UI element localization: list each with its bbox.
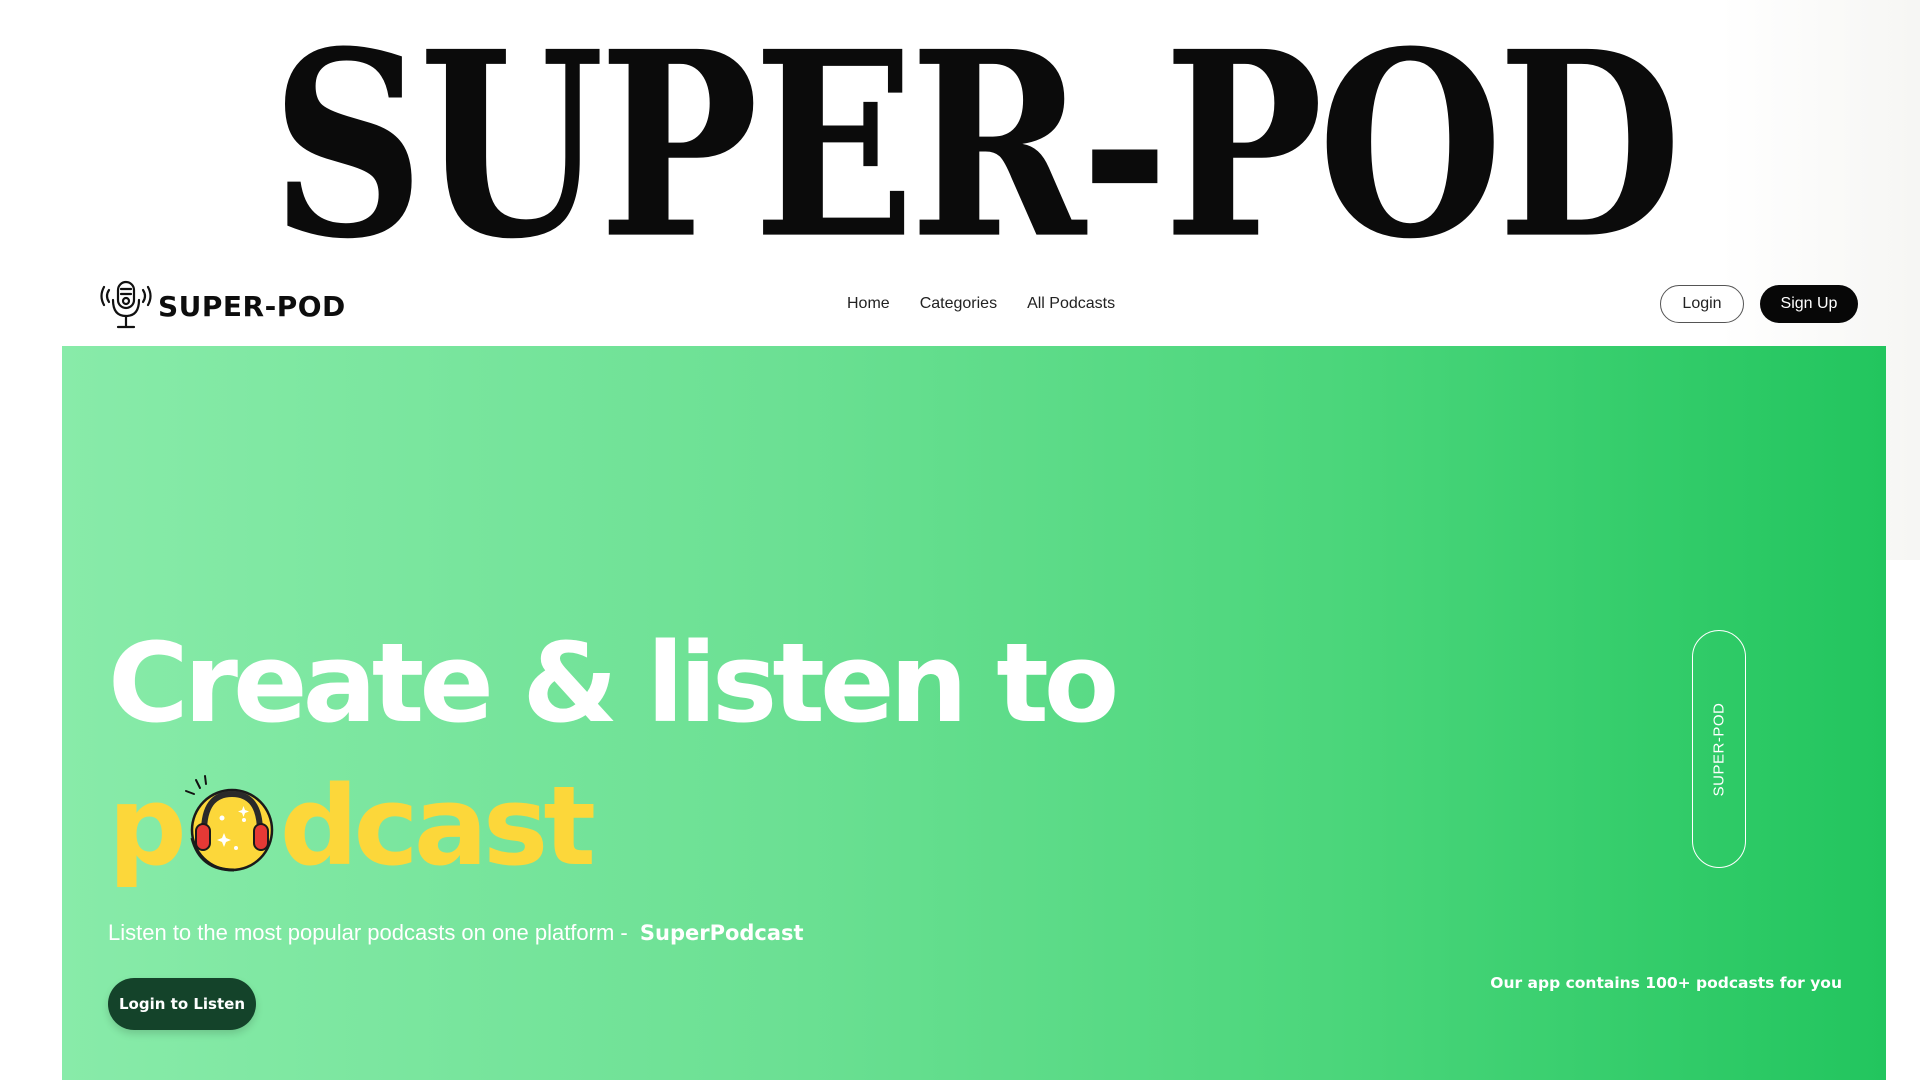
- auth-buttons: Login Sign Up: [1660, 285, 1858, 323]
- headphones-emoji-icon: [184, 775, 273, 872]
- hero-subtitle: Listen to the most popular podcasts on o…: [108, 920, 804, 946]
- login-button[interactable]: Login: [1660, 285, 1744, 323]
- navbar: SUPER-POD Home Categories All Podcasts L…: [62, 272, 1858, 342]
- hero-word-end: dcast: [279, 762, 596, 890]
- hero-headline: Create & listen to: [108, 619, 1119, 747]
- banner: SUPER-POD: [271, 18, 1682, 273]
- signup-button[interactable]: Sign Up: [1760, 285, 1858, 323]
- hero-subtitle-text: Listen to the most popular podcasts on o…: [108, 920, 628, 945]
- page: SUPER-POD SUPER-POD Home Categories All …: [0, 0, 1920, 1080]
- hero-headline-podcast: p dcast: [108, 762, 596, 890]
- brand-name: SUPER-POD: [158, 289, 346, 323]
- hero-section: Create & listen to p dcast Listen to the…: [62, 346, 1886, 1080]
- nav-link-all-podcasts[interactable]: All Podcasts: [1027, 295, 1115, 313]
- login-to-listen-button[interactable]: Login to Listen: [108, 978, 256, 1030]
- nav-link-home[interactable]: Home: [847, 295, 890, 313]
- banner-title: SUPER-POD: [271, 0, 1682, 296]
- nav-link-categories[interactable]: Categories: [920, 295, 997, 313]
- side-pill: SUPER-POD: [1692, 630, 1746, 868]
- hero-note: Our app contains 100+ podcasts for you: [1490, 974, 1842, 992]
- nav-links: Home Categories All Podcasts: [847, 295, 1115, 313]
- hero-word-start: p: [108, 762, 187, 890]
- side-pill-label: SUPER-POD: [1710, 702, 1728, 796]
- microphone-icon: [100, 280, 152, 329]
- hero-subtitle-brand: SuperPodcast: [639, 921, 804, 945]
- brand[interactable]: SUPER-POD: [100, 278, 346, 334]
